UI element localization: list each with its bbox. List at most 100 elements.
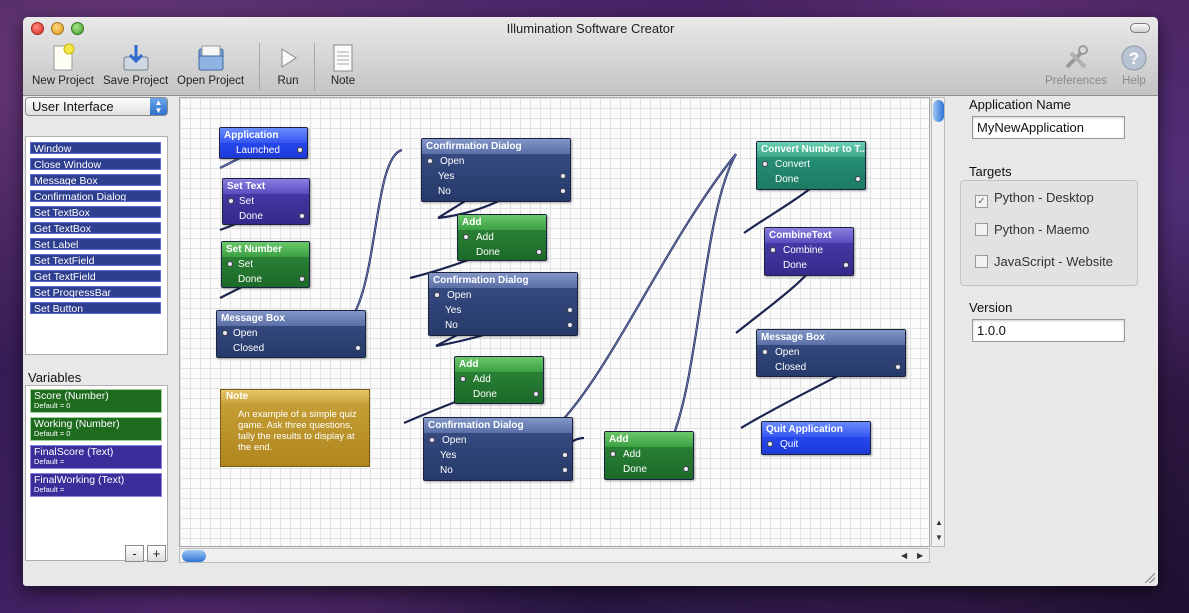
input-port[interactable] <box>762 161 768 167</box>
port-label: Done <box>623 464 647 475</box>
toolbar-toggle-button[interactable] <box>1130 23 1150 33</box>
component-item[interactable]: Set ProgressBar <box>30 286 161 298</box>
add-variable-button[interactable]: + <box>147 545 166 562</box>
node-add[interactable]: Add Add Done <box>454 356 544 404</box>
component-item[interactable]: Close Window <box>30 158 161 170</box>
input-port[interactable] <box>762 349 768 355</box>
output-port[interactable] <box>299 276 305 282</box>
output-port[interactable] <box>843 262 849 268</box>
component-item[interactable]: Window <box>30 142 161 154</box>
output-port[interactable] <box>299 213 305 219</box>
chevron-updown-icon: ▲ ▼ <box>150 98 167 115</box>
component-item[interactable]: Set Button <box>30 302 161 314</box>
output-port[interactable] <box>683 466 689 472</box>
input-port[interactable] <box>770 247 776 253</box>
version-input[interactable]: 1.0.0 <box>972 319 1125 342</box>
scroll-up-icon[interactable]: ▲ <box>935 518 943 527</box>
preferences-button[interactable]: Preferences <box>1045 43 1107 87</box>
target-python-maemo[interactable]: Python - Maemo <box>975 222 1089 237</box>
output-port[interactable] <box>355 345 361 351</box>
input-port[interactable] <box>222 330 228 336</box>
new-project-label: New Project <box>32 75 94 87</box>
input-port[interactable] <box>767 441 773 447</box>
node-message-box[interactable]: Message Box Open Closed <box>216 310 366 358</box>
checkbox-icon[interactable] <box>975 255 988 268</box>
checkbox-checked-icon[interactable]: ✓ <box>975 195 988 208</box>
node-confirmation-dialog[interactable]: Confirmation Dialog Open Yes No <box>421 138 571 202</box>
output-port[interactable] <box>536 249 542 255</box>
output-port[interactable] <box>533 391 539 397</box>
input-port[interactable] <box>434 292 440 298</box>
node-confirmation-dialog[interactable]: Confirmation Dialog Open Yes No <box>428 272 578 336</box>
target-javascript-website[interactable]: JavaScript - Website <box>975 254 1113 269</box>
output-port[interactable] <box>560 188 566 194</box>
vertical-scrollbar[interactable]: ▲ ▼ <box>931 97 945 547</box>
component-item[interactable]: Message Box <box>30 174 161 186</box>
port-label: Set <box>239 196 255 207</box>
category-dropdown[interactable]: User Interface ▲ ▼ <box>25 97 168 116</box>
input-port[interactable] <box>228 198 234 204</box>
node-set-number[interactable]: Set Number Set Done <box>221 241 310 288</box>
output-port[interactable] <box>297 147 303 153</box>
app-name-input[interactable]: MyNewApplication <box>972 116 1125 139</box>
input-port[interactable] <box>463 234 469 240</box>
component-item[interactable]: Get TextField <box>30 270 161 282</box>
component-item[interactable]: Confirmation Dialog <box>30 190 161 202</box>
note-card[interactable]: Note An example of a simple quiz game. A… <box>220 389 370 467</box>
output-port[interactable] <box>855 176 861 182</box>
variable-item[interactable]: Working (Number) Default = 0 <box>30 417 162 441</box>
horizontal-scrollbar[interactable]: ◀ ▶ <box>179 548 930 563</box>
component-item[interactable]: Set Label <box>30 238 161 250</box>
flow-canvas[interactable]: Application Launched Set Text Set Done S… <box>179 97 930 547</box>
remove-variable-button[interactable]: - <box>125 545 144 562</box>
input-port[interactable] <box>460 376 466 382</box>
help-label: Help <box>1122 75 1146 87</box>
app-name-label: Application Name <box>969 97 1071 112</box>
target-python-desktop[interactable]: ✓ Python - Desktop <box>975 190 1094 208</box>
vertical-scroll-thumb[interactable] <box>933 100 944 122</box>
scroll-right-icon[interactable]: ▶ <box>917 551 923 560</box>
input-port[interactable] <box>610 451 616 457</box>
note-button[interactable]: Note <box>328 43 358 87</box>
node-port-row: Yes <box>422 169 570 184</box>
horizontal-scroll-thumb[interactable] <box>182 550 206 562</box>
checkbox-icon[interactable] <box>975 223 988 236</box>
node-add[interactable]: Add Add Done <box>457 214 547 261</box>
resize-grip-icon[interactable] <box>1145 573 1155 583</box>
node-confirmation-dialog[interactable]: Confirmation Dialog Open Yes No <box>423 417 573 481</box>
port-label: Open <box>233 328 258 339</box>
output-port[interactable] <box>567 307 573 313</box>
output-port[interactable] <box>562 467 568 473</box>
output-port[interactable] <box>560 173 566 179</box>
variable-item[interactable]: FinalScore (Text) Default = <box>30 445 162 469</box>
save-project-button[interactable]: Save Project <box>103 43 168 87</box>
run-button[interactable]: Run <box>273 43 303 87</box>
node-application[interactable]: Application Launched <box>219 127 308 159</box>
output-port[interactable] <box>895 364 901 370</box>
help-button[interactable]: ? Help <box>1119 43 1149 87</box>
note-label: Note <box>330 75 356 87</box>
node-add[interactable]: Add Add Done <box>604 431 694 480</box>
input-port[interactable] <box>227 261 233 267</box>
node-port-row: No <box>429 318 577 333</box>
node-convert-number[interactable]: Convert Number to T... Convert Done <box>756 141 866 190</box>
input-port[interactable] <box>429 437 435 443</box>
output-port[interactable] <box>562 452 568 458</box>
component-item[interactable]: Get TextBox <box>30 222 161 234</box>
node-title: Set Text <box>223 179 309 194</box>
target-label: Python - Desktop <box>994 190 1094 205</box>
variable-item[interactable]: FinalWorking (Text) Default = <box>30 473 162 497</box>
open-project-button[interactable]: Open Project <box>177 43 244 87</box>
node-quit-application[interactable]: Quit Application Quit <box>761 421 871 455</box>
node-set-text[interactable]: Set Text Set Done <box>222 178 310 225</box>
variable-item[interactable]: Score (Number) Default = 0 <box>30 389 162 413</box>
scroll-left-icon[interactable]: ◀ <box>901 551 907 560</box>
new-project-button[interactable]: New Project <box>32 43 94 87</box>
node-message-box[interactable]: Message Box Open Closed <box>756 329 906 377</box>
input-port[interactable] <box>427 158 433 164</box>
node-combine-text[interactable]: CombineText Combine Done <box>764 227 854 276</box>
output-port[interactable] <box>567 322 573 328</box>
scroll-down-icon[interactable]: ▼ <box>935 533 943 542</box>
component-item[interactable]: Set TextField <box>30 254 161 266</box>
component-item[interactable]: Set TextBox <box>30 206 161 218</box>
